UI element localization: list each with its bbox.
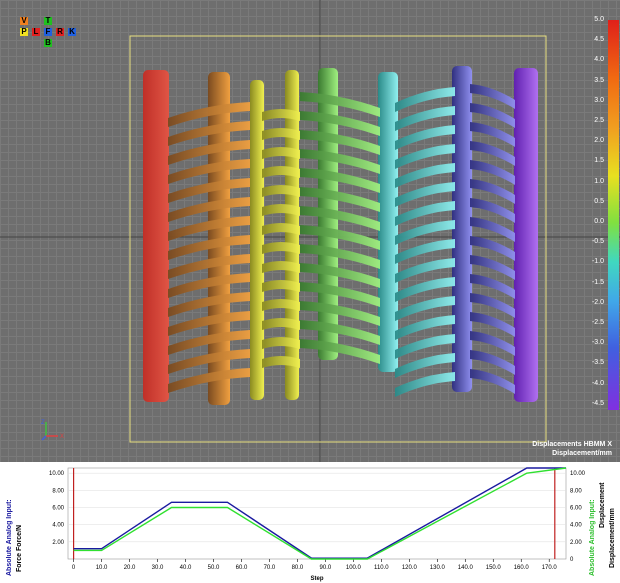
color-scale-title-line1: Displacements HBMM X [532, 441, 612, 448]
x-tick-label: 10.0 [96, 565, 108, 571]
y-left-tick-label: 2.00 [52, 540, 64, 546]
axis-x-label: X [60, 434, 64, 440]
view-cube-k[interactable]: K [68, 28, 76, 36]
color-scale-tick: -1.0 [591, 258, 604, 266]
y-right-tick-label: 10.00 [570, 471, 586, 477]
view-cube-bottom[interactable]: B [44, 39, 52, 47]
specimen-rung [395, 372, 455, 397]
view-cube-l[interactable]: L [32, 28, 40, 36]
color-scale-tick: 0.0 [594, 218, 604, 225]
color-scale-tick: -3.0 [591, 339, 604, 347]
series-line-force [73, 467, 566, 559]
specimen-rung [262, 318, 300, 330]
x-tick-label: 70.0 [264, 565, 276, 571]
specimen-rung [262, 280, 300, 292]
y-right-tick-label: 0 [570, 557, 574, 563]
plot-area [67, 467, 567, 560]
x-tick-label: 170.0 [542, 565, 558, 571]
color-scale-tick: -4.0 [591, 379, 604, 387]
color-scale-tick: -4.5 [591, 399, 604, 407]
color-scale-tick: 1.0 [594, 177, 604, 185]
axis-triad-icon: Z X [41, 420, 64, 441]
specimen-rung [262, 185, 300, 197]
view-cube-top[interactable]: T [44, 17, 52, 25]
x-tick-label: 0 [72, 565, 76, 571]
color-scale-tick: -2.0 [591, 298, 604, 306]
specimen-strip [250, 80, 264, 400]
analog-input-chart-panel: Absolute Analog Input: Force Force/N Abs… [0, 462, 620, 583]
series-line-displacement [73, 467, 567, 560]
x-tick-label: 90.0 [320, 565, 332, 571]
specimen-rung [470, 369, 515, 394]
color-scale-tick: -1.5 [591, 278, 604, 286]
color-scale-tick: 2.5 [594, 117, 604, 124]
specimen-rung [262, 128, 300, 140]
view-cube-p[interactable]: P [20, 28, 28, 36]
y-left-tick-label: 8.00 [52, 488, 64, 494]
specimen-rung [262, 242, 300, 254]
color-scale-tick: 2.0 [594, 137, 604, 145]
x-tick-label: 100.0 [346, 565, 362, 571]
axis-z-label: Z [41, 420, 45, 426]
x-tick-label: 110.0 [374, 565, 389, 571]
color-scale-title: Displacements HBMM X Displacement/mm [532, 440, 612, 458]
specimen-rung [300, 339, 380, 364]
x-tick-label: 80.0 [292, 565, 304, 571]
color-scale-tick: -3.5 [591, 359, 604, 367]
color-scale-tick: -2.5 [591, 319, 604, 326]
color-scale-title-line2: Displacement/mm [552, 450, 612, 457]
x-tick-label: 150.0 [486, 565, 502, 571]
specimen-mesh [143, 66, 538, 405]
y-left-tick-label: 6.00 [52, 505, 64, 511]
specimen-rung [262, 147, 300, 159]
y-right-tick-label: 4.00 [570, 523, 582, 529]
view-cube-v[interactable]: V [20, 17, 28, 25]
x-tick-label: 30.0 [152, 565, 164, 571]
x-tick-label: 40.0 [180, 565, 192, 571]
color-scale-tick: 0.5 [594, 197, 604, 205]
specimen-rung [262, 337, 300, 349]
y-left-tick-label: 4.00 [52, 523, 64, 529]
x-tick-label: 160.0 [514, 565, 530, 571]
y-right-tick-label: 8.00 [570, 488, 582, 494]
color-scale-tick: 3.5 [594, 76, 604, 84]
3d-viewport[interactable]: V T P L F R K B Z X 5.0 4.5 4.0 3.5 3.0 2.5 2.… [0, 0, 620, 462]
specimen-rung [262, 223, 300, 235]
specimen-rung [262, 356, 300, 368]
color-scale-tick: -0.5 [591, 238, 604, 246]
color-scale-bar [608, 20, 619, 410]
color-scale-tick: 4.0 [594, 56, 604, 64]
specimen-rung [262, 166, 300, 178]
specimen-rung [262, 299, 300, 311]
specimen-strip [143, 70, 169, 402]
color-scale-tick: 3.0 [594, 96, 604, 104]
specimen-strip [514, 68, 538, 402]
color-scale-tick: 5.0 [594, 16, 604, 23]
view-cube-front[interactable]: F [44, 28, 52, 36]
x-tick-label: 140.0 [458, 565, 474, 571]
analog-input-chart[interactable]: 0 10.0 20.0 30.0 40.0 50.0 60.0 70.0 80.0 90.0 100… [0, 462, 620, 583]
color-scale-tick: 1.5 [594, 157, 604, 165]
x-tick-label: 60.0 [236, 565, 248, 571]
x-tick-label: 120.0 [402, 565, 418, 571]
displacement-field [0, 0, 620, 462]
specimen-rung [262, 204, 300, 216]
color-scale-tick: 4.5 [594, 36, 604, 44]
x-tick-label: 20.0 [124, 565, 136, 571]
y-left-tick-label: 10.00 [49, 471, 65, 477]
specimen-rung [262, 109, 300, 121]
y-right-tick-label: 6.00 [570, 505, 582, 511]
specimen-rung [262, 261, 300, 273]
y-right-tick-label: 2.00 [570, 540, 582, 546]
view-cube-r[interactable]: R [56, 28, 64, 36]
x-tick-label: 50.0 [208, 565, 220, 571]
x-tick-label: 130.0 [430, 565, 446, 571]
x-axis-label: Step [310, 576, 323, 582]
